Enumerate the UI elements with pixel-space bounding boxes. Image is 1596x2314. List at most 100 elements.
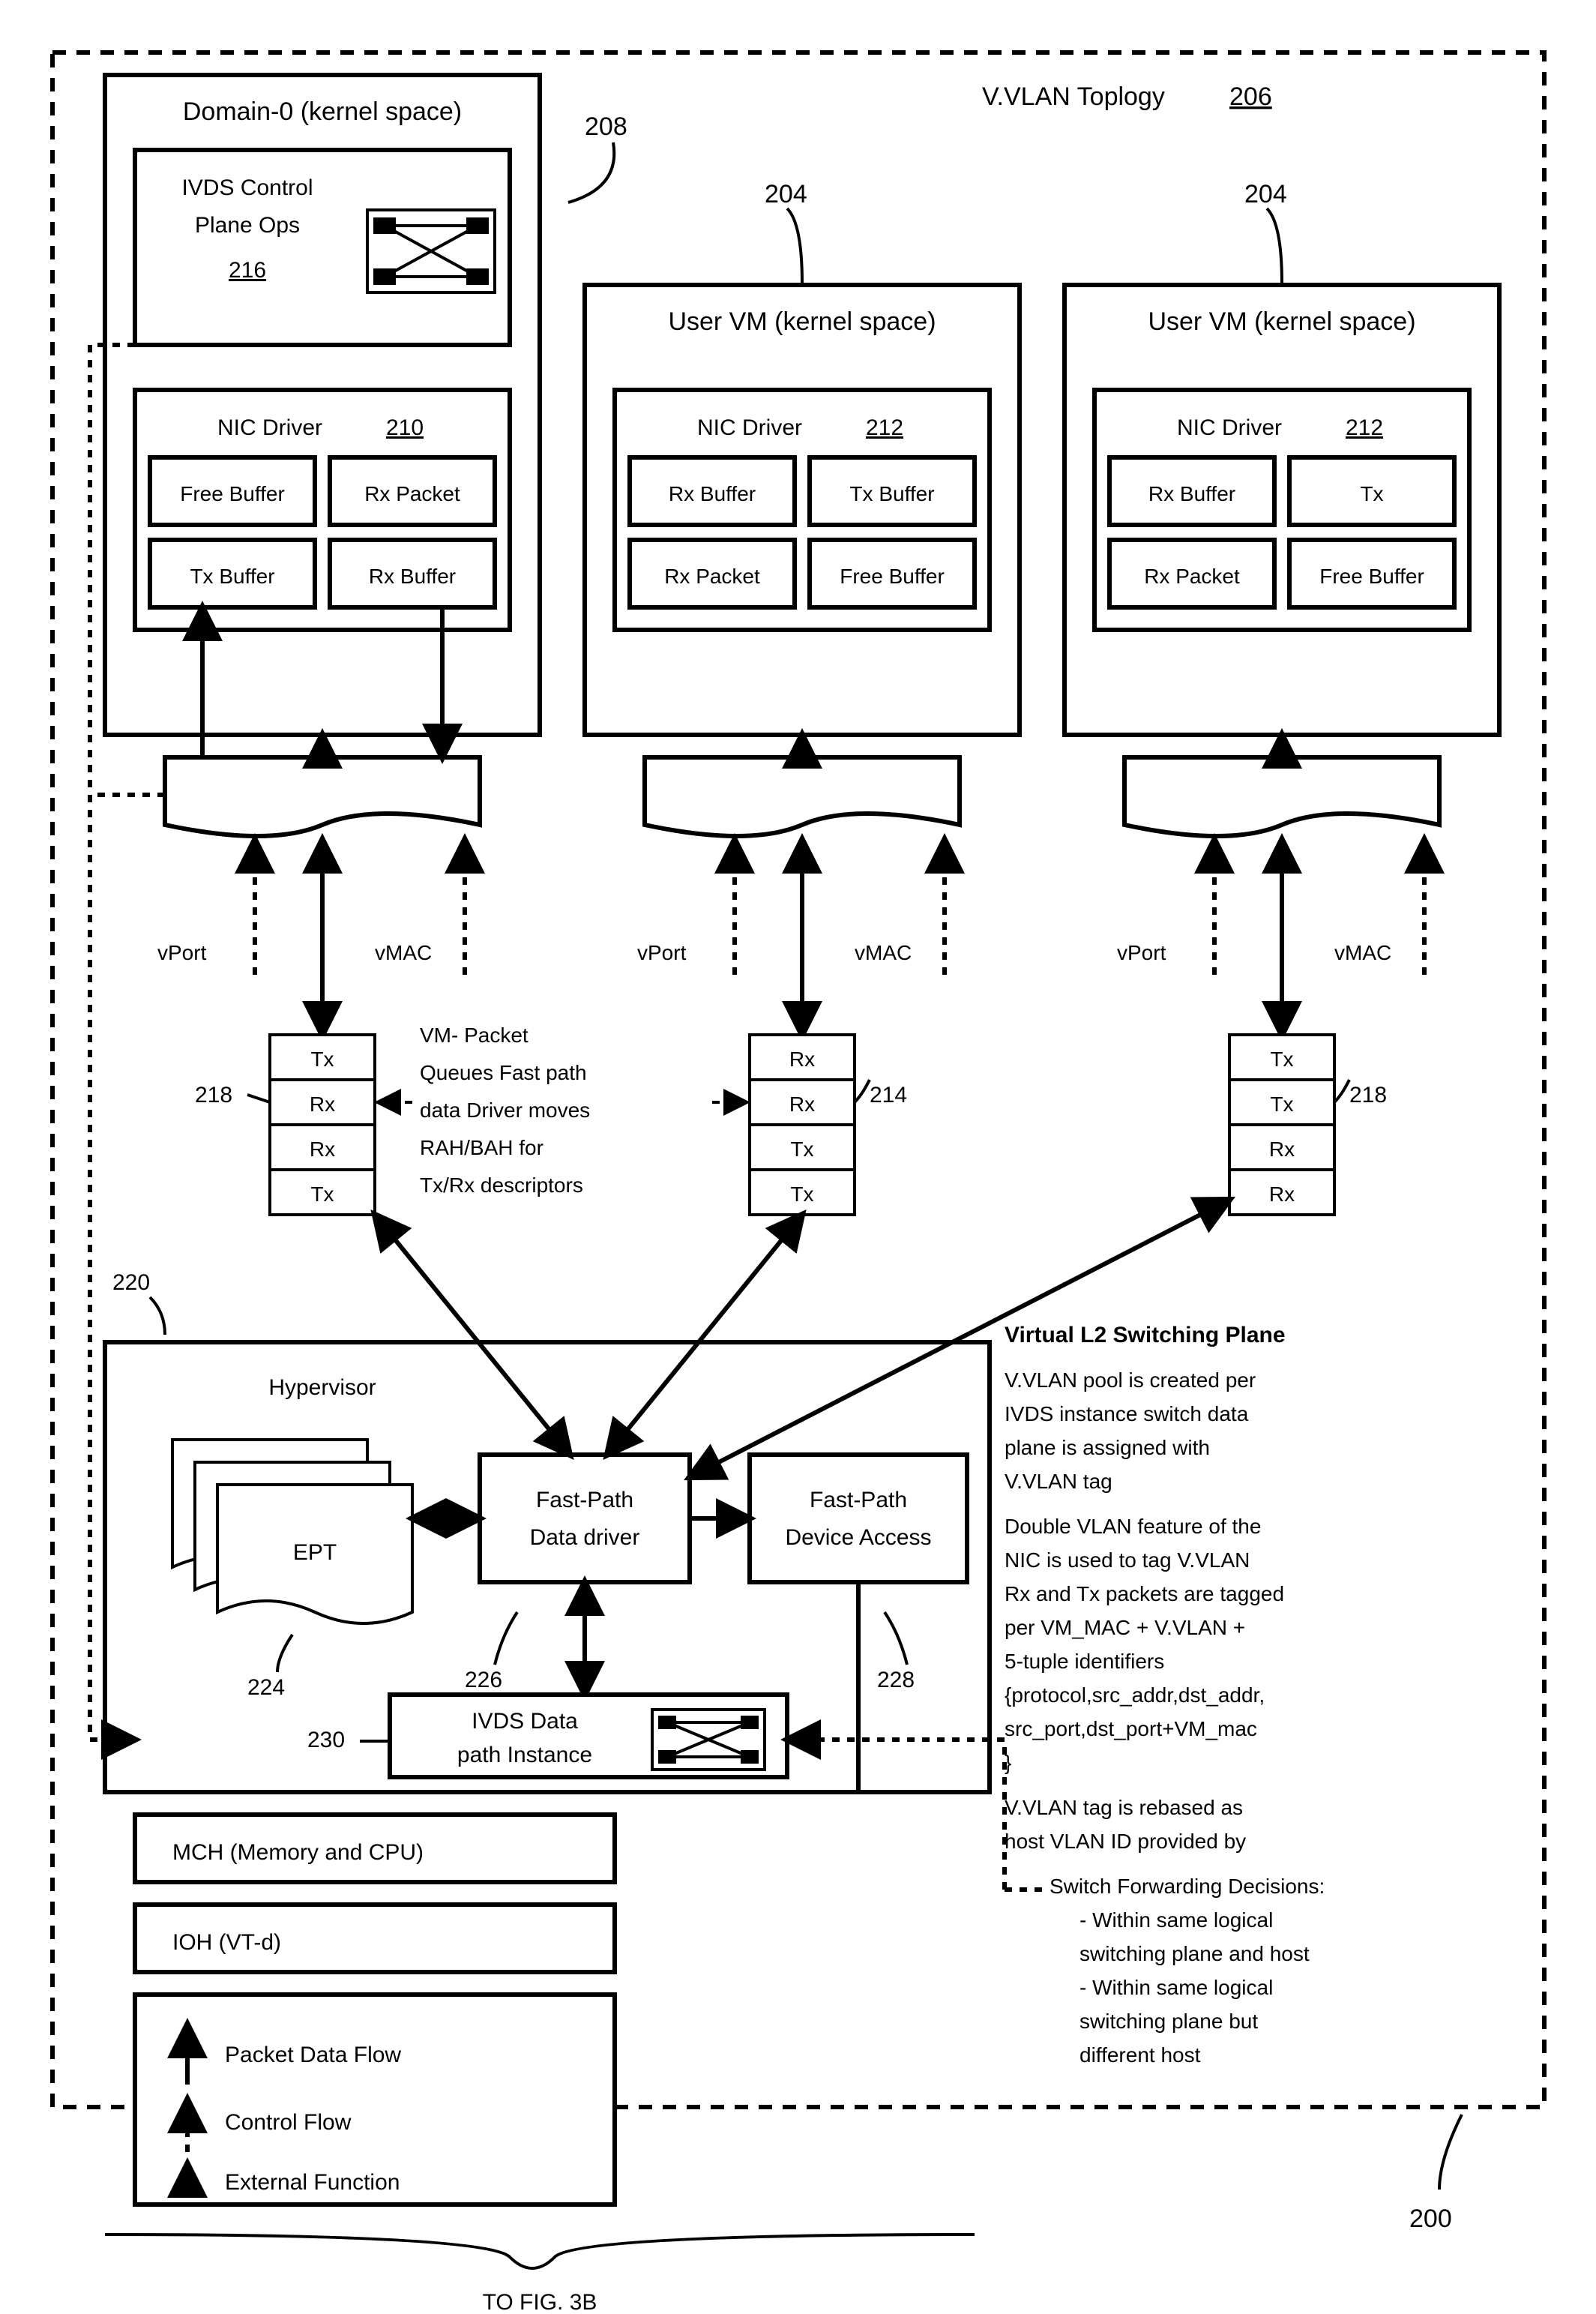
svg-text:Tx: Tx [1270,1048,1293,1071]
svg-text:Rx: Rx [310,1138,335,1161]
uvm2-bus [1124,757,1439,836]
side-p2: Double VLAN feature of the NIC is used t… [1005,1515,1284,1774]
ref-208: 208 [585,112,627,141]
svg-text:- Within same logical: - Within same logical [1079,1976,1273,1999]
svg-text:different host: different host [1079,2043,1201,2067]
ref-210: 210 [386,415,424,440]
ref-216: 216 [229,258,266,283]
uvm1-title: User VM (kernel space) [668,307,936,336]
vport-2: vPort [1117,941,1166,964]
d0-cell-3: Rx Buffer [369,565,456,588]
d0-nic-title: NIC Driver [217,415,322,440]
ref-230: 230 [307,1728,345,1752]
svg-text:Rx: Rx [310,1093,335,1116]
ref-212b: 212 [1346,415,1383,440]
side-p3: V.VLAN tag is rebased as host VLAN ID pr… [1005,1796,1246,1853]
svg-text:host VLAN ID provided by: host VLAN ID provided by [1005,1830,1246,1853]
ref-220: 220 [112,1270,150,1295]
fpd-l2: Data driver [530,1525,640,1550]
uvm1-c3: Free Buffer [840,565,945,588]
ref-228: 228 [877,1668,915,1692]
uvm1-nic-title: NIC Driver [697,415,802,440]
vport-vmac-labels: vPort vMAC vPort vMAC vPort vMAC [157,941,1391,964]
uvm1-c2: Rx Packet [664,565,760,588]
svg-text:IVDS instance switch data: IVDS instance switch data [1005,1402,1249,1425]
svg-text:Double VLAN feature of the: Double VLAN feature of the [1005,1515,1261,1538]
uvm2-c0: Rx Buffer [1148,482,1235,505]
svg-text:plane is assigned with: plane is assigned with [1005,1436,1210,1459]
svg-text:per VM_MAC + V.VLAN +: per VM_MAC + V.VLAN + [1005,1616,1245,1639]
svg-text:NIC is used to tag V.VLAN: NIC is used to tag V.VLAN [1005,1548,1250,1572]
fpa-box [750,1455,967,1582]
ioh-label: IOH (VT-d) [172,1930,281,1955]
uvm1-bus [645,757,960,836]
ref-212a: 212 [866,415,903,440]
to-fig-3b: TO FIG. 3B [483,2290,597,2314]
svg-text:Tx: Tx [790,1182,813,1206]
uvm2-nic-title: NIC Driver [1177,415,1282,440]
svg-text:switching plane but: switching plane but [1079,2010,1258,2033]
ivds-l1: IVDS Control [181,175,313,200]
ref-214: 214 [870,1083,907,1108]
fpa-l2: Device Access [785,1525,931,1550]
ref-224: 224 [247,1675,285,1700]
ivds-l2: Plane Ops [195,213,300,238]
svg-text:Rx: Rx [789,1093,815,1116]
svg-text:Tx: Tx [310,1182,334,1206]
d0-cell-1: Rx Packet [364,482,460,505]
ref-218a: 218 [195,1083,232,1108]
ref-218b: 218 [1349,1083,1387,1108]
uvm1-c0: Rx Buffer [669,482,756,505]
qnote-2: data Driver moves [420,1099,590,1122]
ref-206: 206 [1229,82,1272,111]
svg-text:src_port,dst_port+VM_mac: src_port,dst_port+VM_mac [1005,1717,1257,1740]
side-p4: Switch Forwarding Decisions: - Within sa… [1050,1875,1325,2067]
vport-1: vPort [637,941,687,964]
svg-text:Rx and Tx packets are tagged: Rx and Tx packets are tagged [1005,1582,1284,1605]
svg-text:Tx: Tx [1270,1093,1293,1116]
d0-cell-2: Tx Buffer [190,565,274,588]
qnote-1: Queues Fast path [420,1061,587,1084]
d0-bus-shape [165,757,480,836]
d0-cell-0: Free Buffer [180,482,285,505]
fpd-box [480,1455,690,1582]
qnote-4: Tx/Rx descriptors [420,1173,583,1197]
svg-text:V.VLAN pool is created per: V.VLAN pool is created per [1005,1368,1256,1392]
ref-226: 226 [465,1668,502,1692]
lead-200 [1439,2115,1462,2190]
fpd-l1: Fast-Path [536,1488,633,1512]
svg-text:Rx: Rx [789,1048,815,1071]
svg-text:{protocol,src_addr,dst_addr,: {protocol,src_addr,dst_addr, [1005,1683,1265,1707]
svg-text:Rx: Rx [1269,1182,1295,1206]
legend-pdf: Packet Data Flow [225,2043,401,2067]
legend-cf: Control Flow [225,2110,352,2135]
mch-label: MCH (Memory and CPU) [172,1840,424,1865]
vmac-2: vMAC [1334,941,1391,964]
ref-204a: 204 [765,180,807,208]
qnote-0: VM- Packet [420,1024,529,1047]
uvm2-c1: Tx [1360,482,1383,505]
hyp-title: Hypervisor [268,1375,376,1400]
queue-mid: Rx Rx Tx Tx [750,1035,855,1215]
fpa-l1: Fast-Path [810,1488,907,1512]
legend-ef: External Function [225,2170,400,2195]
vmac-0: vMAC [375,941,432,964]
vvlan-title: V.VLAN Toplogy [982,82,1165,111]
ref-204b: 204 [1244,180,1287,208]
queue-right: Tx Tx Rx Rx [1229,1035,1334,1215]
side-p1: V.VLAN pool is created per IVDS instance… [1005,1368,1256,1493]
svg-text:V.VLAN tag: V.VLAN tag [1005,1470,1112,1493]
ivds-dp-l1: IVDS Data [472,1709,578,1734]
svg-text:Switch Forwarding Decisions:: Switch Forwarding Decisions: [1050,1875,1325,1898]
uvm1-c1: Tx Buffer [849,482,934,505]
svg-text:Rx: Rx [1269,1138,1295,1161]
svg-text:5-tuple identifiers: 5-tuple identifiers [1005,1650,1164,1673]
ept-label: EPT [293,1540,337,1565]
ivds-dp-l2: path Instance [457,1743,592,1767]
ref-200: 200 [1409,2205,1452,2233]
brace-icon [105,2235,975,2268]
uvm2-c2: Rx Packet [1144,565,1240,588]
uvm2-c3: Free Buffer [1319,565,1424,588]
domain0-title: Domain-0 (kernel space) [183,97,462,126]
svg-text:Tx: Tx [790,1138,813,1161]
